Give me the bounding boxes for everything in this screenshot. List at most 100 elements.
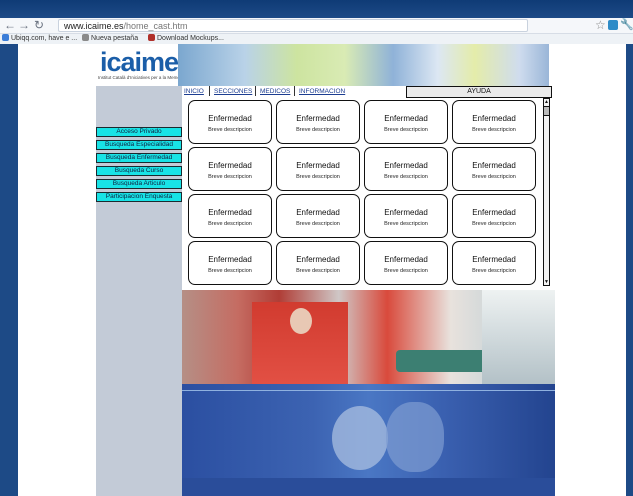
card-description: Breve descripcion bbox=[296, 268, 340, 274]
card-description: Breve descripcion bbox=[208, 268, 252, 274]
page-margin-right bbox=[626, 44, 633, 496]
page-content: icaime Institut Català d'Iniciatives per… bbox=[0, 44, 633, 496]
disease-card[interactable]: Enfermedad Breve descripcion bbox=[364, 100, 448, 144]
card-title: Enfermedad bbox=[208, 255, 252, 264]
sidebar-button-busqueda-enfermedad[interactable]: Busqueda Enfermedad bbox=[96, 153, 182, 163]
logo[interactable]: icaime Institut Català d'Iniciatives per… bbox=[96, 44, 185, 86]
sidebar-button-acceso-privado[interactable]: Acceso Privado bbox=[96, 127, 182, 137]
disease-card[interactable]: Enfermedad Breve descripcion bbox=[452, 100, 536, 144]
people-photo bbox=[182, 384, 555, 478]
address-bar[interactable]: www.icaime.es/home_cast.htm bbox=[58, 19, 528, 32]
back-arrow-icon[interactable]: ← bbox=[4, 18, 16, 33]
card-title: Enfermedad bbox=[296, 208, 340, 217]
disease-card[interactable]: Enfermedad Breve descripcion bbox=[452, 241, 536, 285]
disease-card[interactable]: Enfermedad Breve descripcion bbox=[276, 241, 360, 285]
sidebar: Acceso Privado Busqueda Especialidad Bus… bbox=[96, 86, 182, 496]
sidebar-button-participacion-enquesta[interactable]: Participacion Enquesta bbox=[96, 192, 182, 202]
site-header: icaime Institut Català d'Iniciatives per… bbox=[96, 44, 549, 86]
disease-card[interactable]: Enfermedad Breve descripcion bbox=[276, 100, 360, 144]
disease-card[interactable]: Enfermedad Breve descripcion bbox=[452, 194, 536, 238]
bookmark-label: Nueva pestaña bbox=[91, 35, 139, 42]
card-description: Breve descripcion bbox=[296, 127, 340, 133]
browser-toolbar: ← → ↻ www.icaime.es/home_cast.htm ☆ 🔧 bbox=[0, 18, 633, 34]
card-title: Enfermedad bbox=[472, 114, 516, 123]
bookmark-label: Download Mockups... bbox=[157, 35, 224, 42]
url-path: /home_cast.htm bbox=[123, 21, 188, 31]
star-icon[interactable]: ☆ bbox=[595, 18, 606, 33]
card-title: Enfermedad bbox=[472, 255, 516, 264]
nav-inicio[interactable]: INICIO bbox=[184, 88, 204, 95]
bookmark-new-tab[interactable]: Nueva pestaña bbox=[82, 34, 138, 44]
extension-icon[interactable] bbox=[608, 20, 618, 30]
card-description: Breve descripcion bbox=[296, 174, 340, 180]
logo-text: icaime bbox=[100, 47, 179, 77]
card-title: Enfermedad bbox=[384, 161, 428, 170]
nav-separator bbox=[294, 86, 295, 96]
photo-face bbox=[290, 308, 312, 334]
nav-informacion[interactable]: INFORMACION bbox=[299, 88, 345, 95]
disease-card[interactable]: Enfermedad Breve descripcion bbox=[452, 147, 536, 191]
disease-card[interactable]: Enfermedad Breve descripcion bbox=[364, 147, 448, 191]
header-banner-image bbox=[178, 44, 549, 86]
disease-card[interactable]: Enfermedad Breve descripcion bbox=[188, 100, 272, 144]
card-description: Breve descripcion bbox=[208, 127, 252, 133]
disease-card[interactable]: Enfermedad Breve descripcion bbox=[276, 194, 360, 238]
bookmark-mockups[interactable]: Download Mockups... bbox=[148, 34, 224, 44]
sidebar-button-busqueda-articulo[interactable]: Busqueda Articulo bbox=[96, 179, 182, 189]
photo-person bbox=[332, 406, 388, 470]
window-titlebar bbox=[0, 0, 633, 18]
card-title: Enfermedad bbox=[384, 255, 428, 264]
footer-strip bbox=[182, 478, 555, 496]
photo-person bbox=[386, 402, 444, 472]
scroll-thumb[interactable] bbox=[544, 106, 549, 116]
card-description: Breve descripcion bbox=[296, 221, 340, 227]
photo-sofa bbox=[396, 350, 492, 372]
scrollbar[interactable]: ▲ ▼ bbox=[543, 98, 550, 286]
card-description: Breve descripcion bbox=[472, 174, 516, 180]
card-title: Enfermedad bbox=[208, 161, 252, 170]
disease-card[interactable]: Enfermedad Breve descripcion bbox=[364, 194, 448, 238]
bookmark-icon bbox=[82, 34, 89, 41]
nav-medicos[interactable]: MEDICOS bbox=[260, 88, 290, 95]
card-description: Breve descripcion bbox=[208, 174, 252, 180]
bookmark-icon bbox=[148, 34, 155, 41]
card-description: Breve descripcion bbox=[384, 174, 428, 180]
card-title: Enfermedad bbox=[296, 161, 340, 170]
card-title: Enfermedad bbox=[208, 208, 252, 217]
nav-secciones[interactable]: SECCIONES bbox=[214, 88, 252, 95]
top-navigation: INICIO SECCIONES MEDICOS INFORMACION AYU… bbox=[182, 86, 555, 98]
disease-card[interactable]: Enfermedad Breve descripcion bbox=[188, 194, 272, 238]
disease-card[interactable]: Enfermedad Breve descripcion bbox=[188, 147, 272, 191]
wrench-icon[interactable]: 🔧 bbox=[620, 18, 633, 33]
card-title: Enfermedad bbox=[384, 208, 428, 217]
card-title: Enfermedad bbox=[208, 114, 252, 123]
card-description: Breve descripcion bbox=[472, 221, 516, 227]
photo-line bbox=[182, 390, 555, 391]
bookmark-label: Ubiqq.com, have e ... bbox=[11, 35, 78, 42]
sidebar-button-busqueda-curso[interactable]: Busqueda Curso bbox=[96, 166, 182, 176]
nav-separator bbox=[209, 86, 210, 96]
card-description: Breve descripcion bbox=[472, 127, 516, 133]
reload-icon[interactable]: ↻ bbox=[33, 18, 45, 33]
disease-card-grid: Enfermedad Breve descripcion Enfermedad Bre… bbox=[182, 98, 546, 286]
page-margin-left bbox=[0, 44, 18, 496]
scroll-up-icon[interactable]: ▲ bbox=[544, 99, 549, 105]
forward-arrow-icon[interactable]: → bbox=[18, 18, 30, 33]
url-host: www.icaime.es bbox=[64, 21, 124, 31]
card-title: Enfermedad bbox=[296, 255, 340, 264]
card-title: Enfermedad bbox=[296, 114, 340, 123]
sidebar-button-busqueda-especialidad[interactable]: Busqueda Especialidad bbox=[96, 140, 182, 150]
help-button[interactable]: AYUDA bbox=[406, 86, 552, 98]
bookmark-icon bbox=[2, 34, 9, 41]
disease-card[interactable]: Enfermedad Breve descripcion bbox=[364, 241, 448, 285]
disease-card[interactable]: Enfermedad Breve descripcion bbox=[276, 147, 360, 191]
card-title: Enfermedad bbox=[472, 208, 516, 217]
scroll-down-icon[interactable]: ▼ bbox=[544, 279, 549, 285]
card-description: Breve descripcion bbox=[384, 221, 428, 227]
disease-card[interactable]: Enfermedad Breve descripcion bbox=[188, 241, 272, 285]
bookmark-ubiqq[interactable]: Ubiqq.com, have e ... bbox=[2, 34, 77, 44]
card-description: Breve descripcion bbox=[384, 268, 428, 274]
photo-window bbox=[482, 290, 555, 384]
logo-tagline: Institut Català d'Iniciatives per a la M… bbox=[98, 75, 185, 80]
main-area: INICIO SECCIONES MEDICOS INFORMACION AYU… bbox=[182, 86, 555, 496]
